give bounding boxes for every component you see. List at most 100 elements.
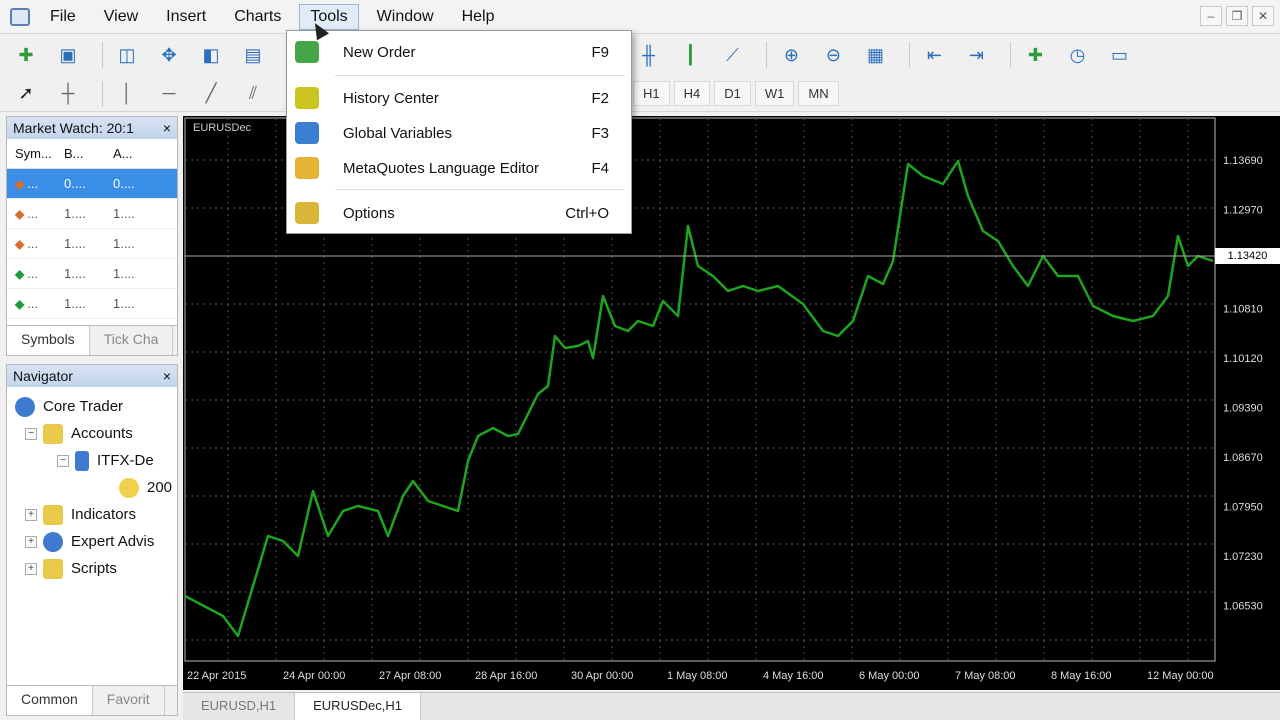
nav-node-accounts[interactable]: − Accounts xyxy=(15,420,177,447)
navigator-tabs: Common Favorit xyxy=(7,685,177,715)
market-watch-title: Market Watch: 20:1 xyxy=(13,120,134,136)
indicators-list-icon[interactable]: ✚ xyxy=(1019,40,1051,70)
ask-value: 1.... xyxy=(113,266,135,281)
line-chart-icon[interactable]: ⟋ xyxy=(716,40,748,70)
menu-item-metaquotes-editor[interactable]: MetaQuotes Language Editor F4 xyxy=(287,153,631,183)
bid-value: 0.... xyxy=(64,176,86,191)
market-watch-header: Sym... B... A... xyxy=(7,139,177,169)
terminal-icon[interactable]: ▤ xyxy=(237,40,269,70)
nav-node-scripts[interactable]: + Scripts xyxy=(15,555,177,582)
expert-advisors-icon xyxy=(43,531,63,552)
navigator-icon[interactable]: ◧ xyxy=(195,40,227,70)
nav-node-server[interactable]: − ITFX-De xyxy=(15,447,177,474)
date-axis-label: 7 May 08:00 xyxy=(955,670,1016,682)
timeframe-mn[interactable]: MN xyxy=(798,81,839,106)
zoom-out-icon[interactable]: ⊖ xyxy=(817,40,849,70)
market-watch-row[interactable]: ◆ ... 1.... 1.... xyxy=(7,289,177,319)
bid-value: 1.... xyxy=(64,206,86,221)
account-user-icon xyxy=(119,477,139,498)
menu-item-global-variables[interactable]: Global Variables F3 xyxy=(287,118,631,148)
close-icon[interactable]: × xyxy=(163,368,171,384)
date-axis-label: 30 Apr 00:00 xyxy=(571,670,633,682)
tab-tick-chart[interactable]: Tick Cha xyxy=(90,326,174,355)
tab-symbols[interactable]: Symbols xyxy=(7,326,90,355)
auto-scroll-icon[interactable]: ⇤ xyxy=(918,40,950,70)
expand-icon[interactable]: + xyxy=(25,535,37,548)
navigator-tree: Core Trader − Accounts − ITFX-De 200 + I… xyxy=(7,387,177,582)
menu-file[interactable]: File xyxy=(40,5,86,29)
profiles-icon[interactable]: ▣ xyxy=(52,40,84,70)
timeframe-w1[interactable]: W1 xyxy=(754,81,795,106)
market-watch-row[interactable]: ◆ ... 0.... 0.... xyxy=(7,169,177,199)
price-axis-label: 1.08670 xyxy=(1223,452,1263,464)
timeframe-d1[interactable]: D1 xyxy=(714,81,751,106)
trendline-icon[interactable]: ╱ xyxy=(195,79,227,109)
collapse-icon[interactable]: − xyxy=(57,454,69,467)
zoom-in-icon[interactable]: ⊕ xyxy=(775,40,807,70)
close-icon[interactable]: × xyxy=(163,120,171,136)
candlestick-icon[interactable]: ┃ xyxy=(674,40,706,70)
chart-tabs: EURUSD,H1 EURUSDec,H1 xyxy=(183,692,1280,720)
channel-icon[interactable]: ⫽ xyxy=(237,79,269,109)
tab-favorites[interactable]: Favorit xyxy=(93,686,165,715)
menu-help[interactable]: Help xyxy=(452,5,505,29)
nav-node-expert-advisors[interactable]: + Expert Advis xyxy=(15,528,177,555)
timeframe-h4[interactable]: H4 xyxy=(673,81,711,106)
bar-chart-icon[interactable]: ╫ xyxy=(632,40,664,70)
expand-icon[interactable]: + xyxy=(25,508,37,521)
bid-value: 1.... xyxy=(64,236,86,251)
scripts-icon xyxy=(43,558,63,579)
periods-icon[interactable]: ◷ xyxy=(1061,40,1093,70)
nav-node-indicators[interactable]: + Indicators xyxy=(15,501,177,528)
expand-icon[interactable]: + xyxy=(25,562,37,575)
menu-charts[interactable]: Charts xyxy=(224,5,291,29)
menu-view[interactable]: View xyxy=(94,5,148,29)
chart-shift-icon[interactable]: ⇥ xyxy=(960,40,992,70)
navigator-title-bar: Navigator × xyxy=(7,365,177,387)
price-axis-label: 1.06530 xyxy=(1223,601,1263,613)
menu-window[interactable]: Window xyxy=(367,5,444,29)
chart-tab-eurusd-h1[interactable]: EURUSD,H1 xyxy=(183,693,296,720)
tab-common[interactable]: Common xyxy=(7,686,93,715)
column-ask[interactable]: A... xyxy=(105,146,154,161)
market-watch-row[interactable]: ◆ ... 1.... 1.... xyxy=(7,199,177,229)
menu-insert[interactable]: Insert xyxy=(156,5,216,29)
navigator-panel: Navigator × Core Trader − Accounts − ITF… xyxy=(6,364,178,716)
vertical-line-icon[interactable]: │ xyxy=(111,79,143,109)
new-chart-icon[interactable]: ✚ xyxy=(10,40,42,70)
cursor-icon[interactable]: ➚ xyxy=(10,79,42,109)
price-axis-label: 1.13690 xyxy=(1223,155,1263,167)
close-icon[interactable]: ✕ xyxy=(1252,6,1274,26)
horizontal-line-icon[interactable]: ─ xyxy=(153,79,185,109)
price-axis-label: 1.10120 xyxy=(1223,353,1263,365)
collapse-icon[interactable]: − xyxy=(25,427,37,440)
ask-value: 1.... xyxy=(113,236,135,251)
chart-tab-eurusdec-h1[interactable]: EURUSDec,H1 xyxy=(295,693,421,720)
crosshair-icon[interactable]: ┼ xyxy=(52,79,84,109)
tile-windows-icon[interactable]: ▦ xyxy=(859,40,891,70)
templates-icon[interactable]: ▭ xyxy=(1103,40,1135,70)
date-axis-label: 24 Apr 00:00 xyxy=(283,670,345,682)
nav-node-account[interactable]: 200 xyxy=(15,474,177,501)
timeframe-h1[interactable]: H1 xyxy=(633,81,670,106)
price-axis-label: 1.10810 xyxy=(1223,304,1263,316)
date-axis-label: 27 Apr 08:00 xyxy=(379,670,441,682)
standard-toolbar: ✚ ▣ ◫ ✥ ◧ ▤ ding ╫ ┃ ⟋ ⊕ ⊖ ▦ ⇤ ⇥ ✚ ◷ ▭ xyxy=(0,35,1280,75)
date-axis-label: 28 Apr 16:00 xyxy=(475,670,537,682)
column-symbol[interactable]: Sym... xyxy=(7,146,56,161)
menu-item-history-center[interactable]: History Center F2 xyxy=(287,83,631,113)
line-studies-toolbar: ➚ ┼ │ ─ ╱ ⫽ H1 H4 D1 W1 MN xyxy=(0,76,1280,112)
restore-icon[interactable]: ❐ xyxy=(1226,6,1248,26)
date-axis-label: 8 May 16:00 xyxy=(1051,670,1112,682)
column-bid[interactable]: B... xyxy=(56,146,105,161)
minimize-icon[interactable]: – xyxy=(1200,6,1222,26)
date-axis-label: 22 Apr 2015 xyxy=(187,670,246,682)
market-watch-row[interactable]: ◆ ... 1.... 1.... xyxy=(7,259,177,289)
data-window-icon[interactable]: ✥ xyxy=(153,40,185,70)
market-watch-icon[interactable]: ◫ xyxy=(111,40,143,70)
ask-value: 1.... xyxy=(113,206,135,221)
menu-item-new-order[interactable]: New Order F9 xyxy=(287,37,631,67)
menu-item-options[interactable]: Options Ctrl+O xyxy=(287,198,631,228)
market-watch-row[interactable]: ◆ ... 1.... 1.... xyxy=(7,229,177,259)
nav-node-core-trader[interactable]: Core Trader xyxy=(15,393,177,420)
